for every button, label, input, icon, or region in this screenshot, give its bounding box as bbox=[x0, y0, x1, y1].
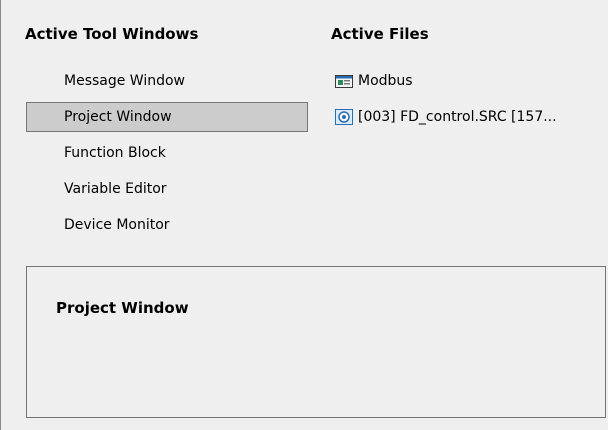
active-file-label: [003] FD_control.SRC [157... bbox=[358, 109, 557, 125]
tool-window-device-monitor[interactable]: Device Monitor bbox=[26, 210, 308, 240]
tool-window-function-block[interactable]: Function Block bbox=[26, 138, 308, 168]
tool-window-message-window[interactable]: Message Window bbox=[26, 66, 308, 96]
tool-window-variable-editor[interactable]: Variable Editor bbox=[26, 174, 308, 204]
modbus-file-icon bbox=[334, 72, 354, 90]
active-file-modbus[interactable]: Modbus bbox=[334, 66, 610, 96]
description-panel: Project Window bbox=[26, 266, 606, 418]
source-file-icon bbox=[334, 108, 354, 126]
tool-window-label: Message Window bbox=[64, 73, 186, 89]
tool-window-label: Variable Editor bbox=[64, 181, 167, 197]
active-file-fd-control-src[interactable]: [003] FD_control.SRC [157... bbox=[334, 102, 610, 132]
active-file-label: Modbus bbox=[358, 73, 413, 89]
tool-window-project-window[interactable]: Project Window bbox=[26, 102, 308, 132]
tool-window-label: Project Window bbox=[64, 109, 172, 125]
active-files-list: Modbus [003] FD_control.SRC [157... bbox=[334, 66, 610, 138]
active-files-title: Active Files bbox=[331, 25, 429, 43]
active-tool-windows-list: Message Window Project Window Function B… bbox=[26, 66, 308, 246]
tool-window-label: Device Monitor bbox=[64, 217, 170, 233]
active-tool-windows-title: Active Tool Windows bbox=[25, 25, 199, 43]
tool-window-label: Function Block bbox=[64, 145, 166, 161]
description-title: Project Window bbox=[56, 299, 189, 317]
active-window-switcher: Active Tool Windows Active Files Message… bbox=[0, 0, 608, 430]
